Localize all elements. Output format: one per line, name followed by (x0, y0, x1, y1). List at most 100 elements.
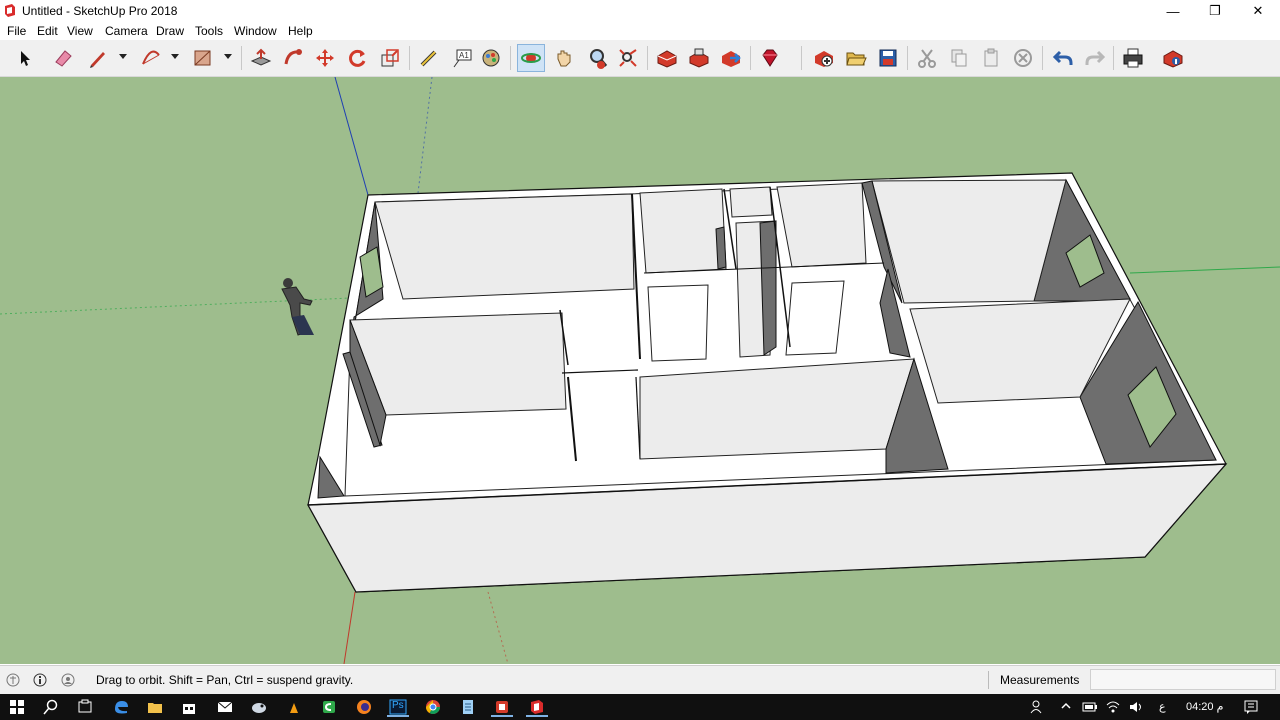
menu-file[interactable]: File (7, 24, 26, 38)
photoshop-taskbar-button[interactable]: Ps (387, 697, 409, 717)
task-view-button[interactable] (74, 697, 96, 717)
rotate-icon (349, 49, 366, 67)
eraser-tool-button[interactable] (49, 44, 77, 72)
select-tool-button[interactable] (11, 44, 39, 72)
menu-draw[interactable]: Draw (156, 24, 184, 38)
undo-icon (1052, 50, 1073, 65)
pan-tool-button[interactable] (550, 44, 578, 72)
cut-button[interactable] (913, 44, 941, 72)
mail-taskbar-button[interactable] (214, 697, 236, 717)
rectangle-icon (194, 50, 211, 66)
push-pull-tool-button[interactable] (247, 44, 275, 72)
chevron-up-icon[interactable] (1060, 700, 1072, 712)
minimize-icon: — (1166, 3, 1180, 19)
line-tool-button[interactable] (84, 44, 112, 72)
restore-button[interactable]: ❐ (1193, 0, 1237, 22)
paste-button[interactable] (977, 44, 1005, 72)
geo-location-icon[interactable] (6, 673, 20, 687)
scale-figure[interactable] (281, 278, 314, 336)
info-icon[interactable] (33, 673, 47, 687)
open-file-button[interactable] (842, 44, 870, 72)
menu-help[interactable]: Help (288, 24, 313, 38)
task-view-icon (78, 699, 92, 713)
drawing-viewport[interactable] (0, 77, 1280, 664)
edge-browser-icon (115, 701, 128, 714)
paint-bucket-tool-button[interactable] (477, 44, 505, 72)
battery-icon[interactable] (1082, 700, 1098, 714)
zoom-extents-tool-button[interactable] (614, 44, 642, 72)
notepad-taskbar-button[interactable] (457, 697, 479, 717)
menu-window[interactable]: Window (234, 24, 277, 38)
rectangle-dropdown-icon[interactable] (224, 54, 232, 59)
rectangle-tool-button[interactable] (189, 44, 217, 72)
rotate-tool-button[interactable] (343, 44, 371, 72)
green-app-taskbar-button[interactable] (318, 697, 340, 717)
input-language[interactable]: ع (1159, 700, 1166, 713)
volume-icon[interactable] (1128, 699, 1144, 715)
house-model[interactable] (307, 172, 1228, 593)
new-file-button[interactable] (810, 44, 838, 72)
line-dropdown-icon[interactable] (119, 54, 127, 59)
ruby-gem-icon (762, 49, 778, 67)
warehouse-button[interactable] (653, 44, 681, 72)
move-tool-button[interactable] (311, 44, 339, 72)
delete-button[interactable] (1009, 44, 1037, 72)
window-title: Untitled - SketchUp Pro 2018 (22, 4, 178, 18)
redo-button[interactable] (1081, 44, 1109, 72)
active-indicator (526, 715, 548, 717)
print-button[interactable] (1119, 44, 1147, 72)
app-red-icon (496, 701, 508, 713)
orange-app-taskbar-button[interactable] (283, 697, 305, 717)
red-app-taskbar-button[interactable] (491, 697, 513, 717)
warehouse-icon (657, 50, 677, 68)
store-taskbar-button[interactable] (178, 697, 200, 717)
app-taskbar-button[interactable] (248, 697, 270, 717)
main-toolbar: A1 (0, 40, 1280, 77)
firefox-taskbar-button[interactable] (353, 697, 375, 717)
close-button[interactable]: ✕ (1236, 0, 1280, 22)
sketchup-taskbar-button[interactable] (526, 697, 548, 717)
menu-camera[interactable]: Camera (105, 24, 148, 38)
notifications-icon[interactable] (1243, 699, 1259, 715)
blue-axis (334, 77, 369, 196)
extension-warehouse-button[interactable] (717, 44, 745, 72)
tape-measure-icon (420, 50, 437, 67)
chrome-taskbar-button[interactable] (422, 697, 444, 717)
follow-me-tool-button[interactable] (279, 44, 307, 72)
menu-edit[interactable]: Edit (37, 24, 58, 38)
ruby-console-button[interactable] (756, 44, 784, 72)
scale-tool-button[interactable] (376, 44, 404, 72)
user-account-icon[interactable] (61, 673, 75, 687)
orbit-tool-button[interactable] (517, 44, 545, 72)
toolbar-divider (241, 46, 242, 70)
file-explorer-taskbar-button[interactable] (144, 697, 166, 717)
active-indicator (491, 715, 513, 717)
wifi-icon[interactable] (1105, 699, 1121, 715)
tape-measure-tool-button[interactable] (415, 44, 443, 72)
save-button[interactable] (874, 44, 902, 72)
menu-view[interactable]: View (67, 24, 93, 38)
menu-tools[interactable]: Tools (195, 24, 223, 38)
toolbar-divider (409, 46, 410, 70)
start-button[interactable] (6, 697, 28, 717)
clock-time[interactable]: 04:20 م (1186, 700, 1223, 713)
taskbar-search-button[interactable] (40, 697, 62, 717)
mail-icon (217, 701, 233, 712)
restore-icon: ❐ (1209, 3, 1221, 18)
redo-icon (1085, 50, 1106, 65)
copy-button[interactable] (945, 44, 973, 72)
edge-taskbar-button[interactable] (110, 697, 132, 717)
measurements-input[interactable] (1090, 669, 1276, 690)
model-info-button[interactable] (1159, 44, 1187, 72)
model-canvas[interactable] (0, 77, 1280, 664)
share-model-button[interactable] (685, 44, 713, 72)
text-tool-button[interactable]: A1 (448, 44, 476, 72)
arc-dropdown-icon[interactable] (171, 54, 179, 59)
people-icon[interactable] (1030, 699, 1046, 715)
app-green-icon (323, 701, 335, 713)
zoom-tool-button[interactable] (584, 44, 612, 72)
minimize-button[interactable]: — (1151, 0, 1195, 22)
delete-icon (1014, 49, 1032, 67)
arc-tool-button[interactable] (137, 44, 165, 72)
undo-button[interactable] (1049, 44, 1077, 72)
